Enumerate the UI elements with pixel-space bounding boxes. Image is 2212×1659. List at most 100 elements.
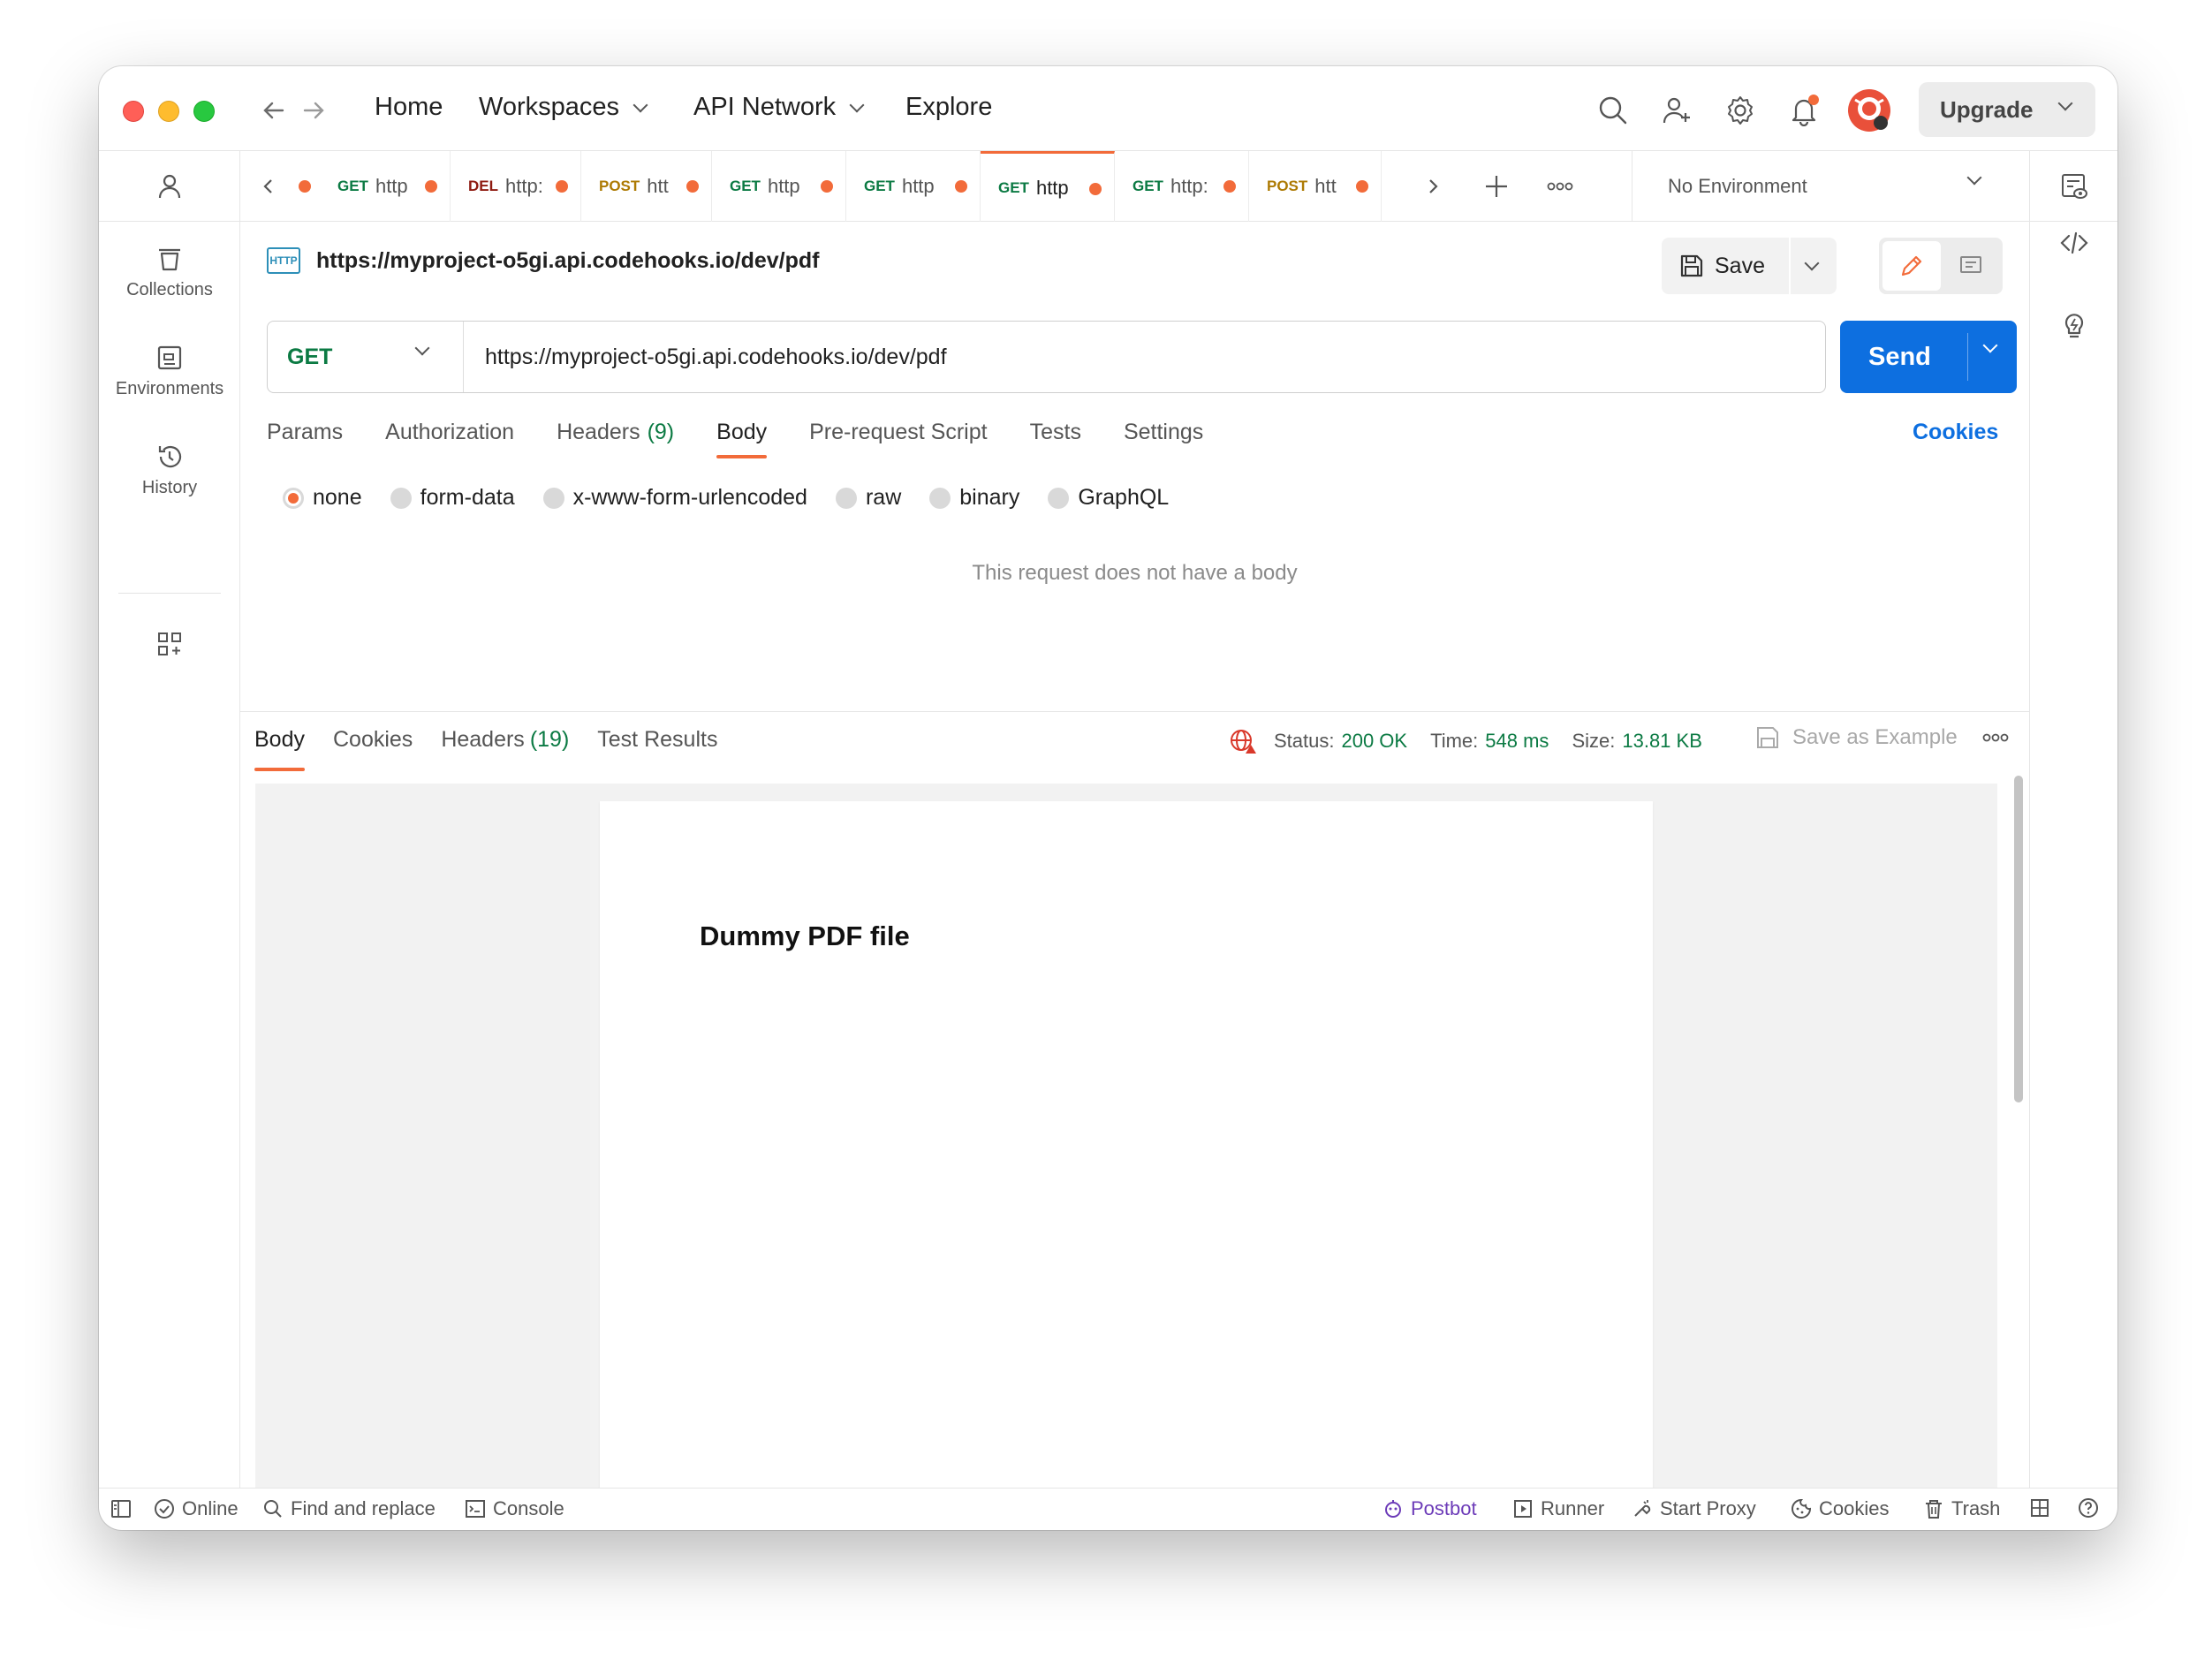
cookies-button[interactable]: Cookies: [1791, 1497, 1889, 1520]
save-button[interactable]: Save: [1662, 238, 1791, 294]
tab-body[interactable]: Body: [716, 420, 767, 473]
postbot-button[interactable]: Postbot: [1382, 1497, 1477, 1520]
radio-x-www-form-urlencoded[interactable]: x-www-form-urlencoded: [542, 485, 807, 511]
request-tab[interactable]: DEL http:: [451, 151, 581, 222]
response-tab-cookies[interactable]: Cookies: [333, 727, 413, 771]
tab-authorization[interactable]: Authorization: [385, 420, 514, 473]
tab-settings[interactable]: Settings: [1124, 420, 1203, 473]
tab-params[interactable]: Params: [267, 420, 343, 473]
radio-raw[interactable]: raw: [835, 485, 901, 511]
response-tab-test-results[interactable]: Test Results: [597, 727, 717, 771]
tab-label: Pre-request Script: [809, 420, 988, 444]
request-tab[interactable]: GET http:: [1115, 151, 1249, 222]
bell-icon[interactable]: [1783, 89, 1825, 132]
start-proxy-button[interactable]: Start Proxy: [1632, 1497, 1756, 1520]
request-title-text[interactable]: https://myproject-o5gi.api.codehooks.io/…: [316, 248, 820, 274]
close-window-button[interactable]: [123, 101, 144, 122]
tab-headers[interactable]: Headers (9): [557, 420, 674, 473]
response-scrollbar[interactable]: [2014, 776, 2023, 1102]
status-value[interactable]: 200 OK: [1341, 730, 1407, 753]
response-tab-body[interactable]: Body: [254, 727, 305, 771]
minimize-window-button[interactable]: [158, 101, 179, 122]
new-tab-plus-icon[interactable]: [1477, 167, 1516, 206]
environment-label: No Environment: [1668, 175, 1807, 197]
tab-method: GET: [864, 178, 895, 194]
forward-arrow-icon[interactable]: [294, 91, 333, 130]
save-button-group: Save: [1662, 238, 1837, 294]
more-options-icon[interactable]: [1982, 732, 2009, 743]
sidebar-item-configure[interactable]: [99, 630, 240, 665]
request-tab[interactable]: POST htt: [581, 151, 712, 222]
invite-user-icon[interactable]: [1655, 89, 1698, 132]
check-circle-icon: [155, 1499, 174, 1519]
console-button[interactable]: Console: [465, 1497, 564, 1520]
tab-prerequest-script[interactable]: Pre-request Script: [809, 420, 987, 473]
lightbulb-icon[interactable]: [2053, 305, 2095, 347]
toggle-sidebar-icon[interactable]: [110, 1497, 133, 1520]
request-tab[interactable]: GET http: [712, 151, 846, 222]
pdf-preview[interactable]: Dummy PDF file: [255, 784, 1997, 1489]
help-icon[interactable]: [2078, 1497, 2099, 1519]
environment-quick-look-button[interactable]: [2029, 151, 2117, 222]
maximize-window-button[interactable]: [193, 101, 215, 122]
online-status[interactable]: Online: [154, 1497, 239, 1520]
layout-icon[interactable]: [2029, 1497, 2050, 1519]
sidebar-item-collections[interactable]: Collections: [99, 245, 240, 300]
nav-workspaces[interactable]: Workspaces: [479, 93, 648, 122]
trash-button[interactable]: Trash: [1923, 1497, 2000, 1520]
gear-icon[interactable]: [1719, 89, 1761, 132]
request-tab-active[interactable]: GET http: [981, 151, 1115, 222]
avatar[interactable]: [1846, 87, 1892, 133]
save-as-example-button[interactable]: Save as Example: [1755, 725, 2009, 750]
nav-home[interactable]: Home: [375, 93, 443, 122]
environment-eye-icon: [2061, 173, 2087, 199]
environment-selector[interactable]: No Environment: [1632, 151, 2020, 222]
sidebar-item-history[interactable]: History: [99, 443, 240, 498]
cookies-link[interactable]: Cookies: [1913, 420, 1998, 445]
account-button[interactable]: [99, 151, 240, 222]
radio-binary[interactable]: binary: [929, 485, 1019, 511]
url-input[interactable]: [464, 322, 1825, 392]
radio-form-data[interactable]: form-data: [390, 485, 515, 511]
comment-mode-button[interactable]: [1943, 241, 1999, 291]
request-tab[interactable]: GET http: [846, 151, 981, 222]
request-tab[interactable]: POST htt: [1249, 151, 1382, 222]
save-options-chevron-icon[interactable]: [1804, 255, 1820, 271]
more-options-icon[interactable]: [1541, 167, 1579, 206]
request-sub-tabs: Params Authorization Headers (9) Body Pre…: [267, 420, 1246, 473]
tab-label: Body: [254, 727, 305, 752]
back-arrow-icon[interactable]: [254, 91, 293, 130]
upgrade-button[interactable]: Upgrade: [1919, 82, 2095, 137]
code-icon[interactable]: [2053, 222, 2095, 264]
tabs-scroll-left-icon[interactable]: [249, 167, 288, 206]
edit-mode-button[interactable]: [1882, 241, 1941, 291]
radio-none[interactable]: none: [283, 485, 362, 511]
chevron-down-icon: [1966, 170, 1982, 186]
tabs-scroll-right-icon[interactable]: [1413, 167, 1452, 206]
url-bar: GET: [267, 321, 1826, 393]
method-label: GET: [287, 344, 333, 369]
size-value[interactable]: 13.81 KB: [1622, 730, 1702, 753]
send-button[interactable]: Send: [1840, 321, 2017, 393]
send-options-chevron-icon[interactable]: [1982, 337, 1998, 353]
tab-label: Headers: [557, 420, 640, 444]
tab-label: Cookies: [332, 727, 413, 752]
radio-graphql[interactable]: GraphQL: [1048, 485, 1169, 511]
find-and-replace-button[interactable]: Find and replace: [262, 1497, 436, 1520]
nav-api-network-label: API Network: [693, 93, 837, 121]
method-select[interactable]: GET: [268, 322, 464, 392]
search-icon[interactable]: [1592, 89, 1634, 132]
response-tab-headers[interactable]: Headers (19): [441, 727, 569, 771]
network-globe-icon[interactable]: [1228, 727, 1256, 755]
sidebar-item-environments[interactable]: Environments: [99, 344, 240, 399]
nav-api-network[interactable]: API Network: [693, 93, 865, 122]
trash-icon: [1926, 1500, 1942, 1519]
runner-button[interactable]: Runner: [1512, 1497, 1604, 1520]
time-value[interactable]: 548 ms: [1485, 730, 1549, 753]
tab-label: Body: [716, 420, 768, 444]
find-and-replace-label: Find and replace: [291, 1497, 436, 1519]
status-bar: Online Find and replace Console Postbot …: [99, 1488, 2117, 1530]
tab-tests[interactable]: Tests: [1030, 420, 1081, 473]
request-tab[interactable]: GET http: [320, 151, 451, 222]
nav-explore[interactable]: Explore: [905, 93, 992, 122]
